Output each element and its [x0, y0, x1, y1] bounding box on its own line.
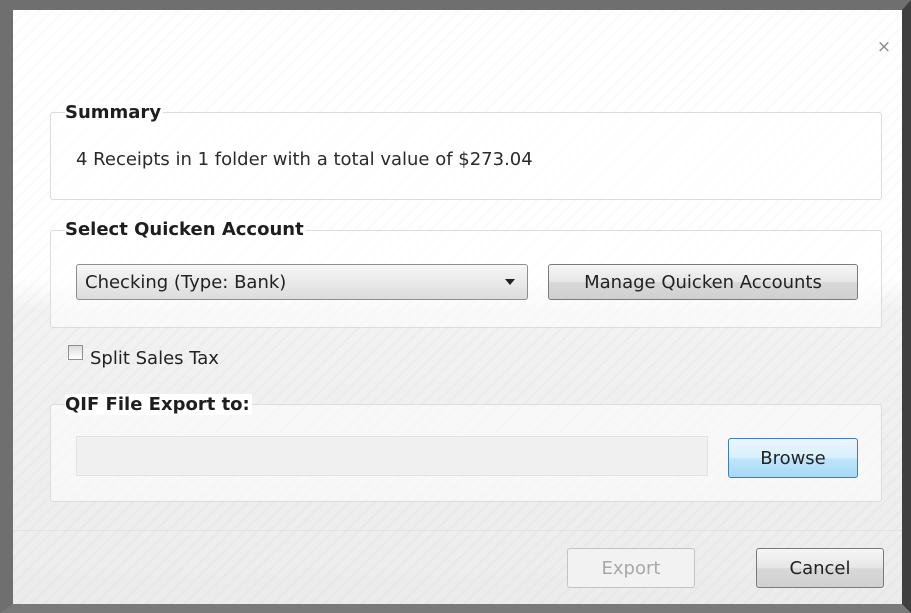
browse-button[interactable]: Browse [728, 438, 858, 478]
footer-divider [13, 530, 902, 531]
summary-text: 4 Receipts in 1 folder with a total valu… [76, 149, 533, 170]
account-legend: Select Quicken Account [65, 219, 306, 240]
summary-legend: Summary [65, 102, 164, 123]
manage-accounts-button[interactable]: Manage Quicken Accounts [548, 264, 858, 300]
split-sales-tax-label: Split Sales Tax [90, 348, 219, 369]
cancel-button[interactable]: Cancel [756, 548, 884, 588]
account-select[interactable]: Checking (Type: Bank) [76, 264, 528, 300]
split-sales-tax-checkbox[interactable] [68, 345, 83, 360]
close-icon[interactable]: × [873, 36, 895, 58]
export-path-input[interactable] [76, 436, 708, 476]
chevron-down-icon [505, 279, 515, 285]
account-selected-value: Checking (Type: Bank) [85, 271, 287, 293]
export-button[interactable]: Export [567, 548, 695, 588]
export-path-legend: QIF File Export to: [65, 394, 252, 415]
